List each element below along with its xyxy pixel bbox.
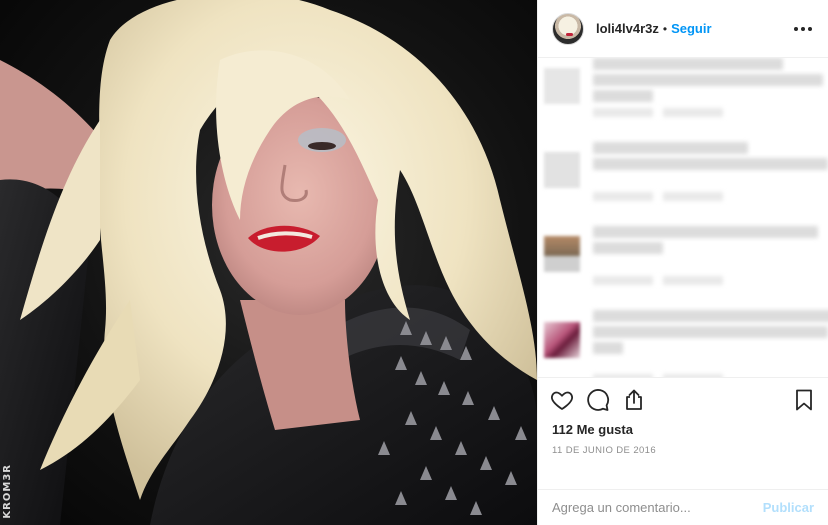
comment-text (593, 310, 828, 322)
comment-text (593, 158, 828, 170)
comments-list[interactable] (538, 58, 828, 377)
heart-icon[interactable] (550, 388, 574, 412)
comment-text (593, 74, 823, 86)
comment-input[interactable] (552, 500, 763, 515)
photo-illustration (0, 0, 537, 525)
share-icon[interactable] (622, 388, 646, 412)
more-options-icon[interactable] (792, 21, 814, 37)
photo-watermark: KROM3R (2, 464, 13, 519)
action-icon-row (538, 378, 828, 422)
likes-count[interactable]: 112 Me gusta (538, 422, 828, 437)
comment-avatar (544, 236, 580, 272)
post-container: KROM3R loli4lv4r3z • Seguir 112 Me gusta… (0, 0, 828, 525)
comment-avatar (544, 322, 580, 358)
comment-text (593, 226, 818, 238)
comment-meta (593, 276, 653, 285)
avatar[interactable] (552, 12, 584, 45)
comment-text (593, 58, 783, 70)
comment-avatar (544, 68, 580, 104)
comment-meta (663, 276, 723, 285)
publish-button[interactable]: Publicar (763, 500, 814, 515)
comment-bubble-icon[interactable] (586, 388, 610, 412)
username-link[interactable]: loli4lv4r3z (596, 21, 659, 36)
post-photo[interactable]: KROM3R (0, 0, 537, 525)
post-date: 11 DE JUNIO DE 2016 (552, 445, 657, 456)
post-actions: 112 Me gusta 11 DE JUNIO DE 2016 Publica… (538, 377, 828, 525)
comment-text (593, 242, 663, 254)
comment-text (593, 326, 828, 338)
comment-form: Publicar (538, 489, 828, 525)
post-side-panel: loli4lv4r3z • Seguir 112 Me gusta 11 DE … (537, 0, 828, 525)
comment-text (593, 142, 748, 154)
post-header: loli4lv4r3z • Seguir (538, 0, 828, 58)
comment-meta (593, 192, 653, 201)
comment-avatar (544, 152, 580, 188)
separator-dot: • (662, 21, 668, 36)
follow-button[interactable]: Seguir (671, 21, 711, 36)
comment-meta (663, 108, 723, 117)
comment-text (593, 90, 653, 102)
comment-text (593, 342, 623, 354)
comment-meta (663, 192, 723, 201)
bookmark-icon[interactable] (792, 388, 816, 412)
comment-meta (593, 108, 653, 117)
